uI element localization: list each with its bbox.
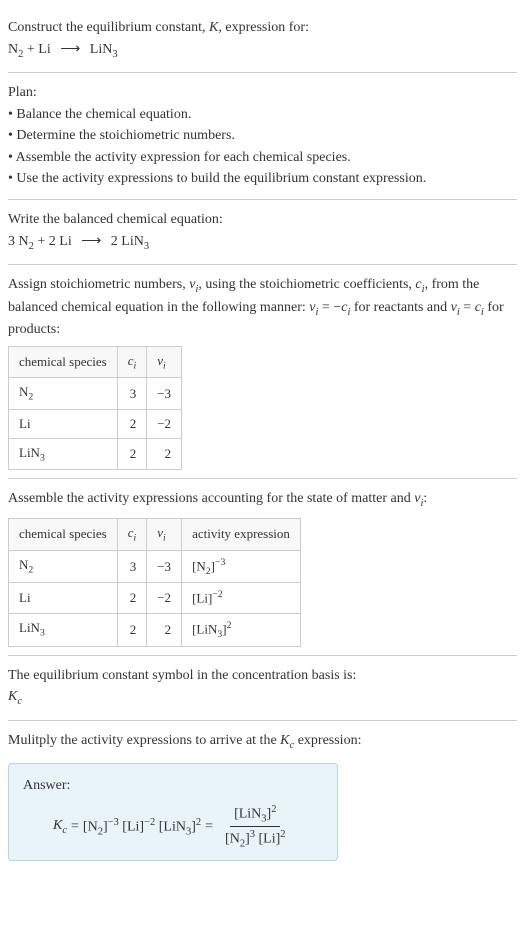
stoich-section: Assign stoichiometric numbers, νi, using… [8, 265, 517, 479]
table-row: LiN3 2 2 [9, 438, 182, 470]
stoich-intro: Assign stoichiometric numbers, νi, using… [8, 275, 517, 340]
plan-item-1: • Determine the stoichiometric numbers. [8, 126, 517, 146]
equals-2: = [205, 819, 213, 835]
plan-item-2: • Assemble the activity expression for e… [8, 148, 517, 168]
kc-symbol: Kc [53, 818, 67, 836]
balanced-title: Write the balanced chemical equation: [8, 210, 517, 230]
col-v: νi [147, 518, 182, 550]
cell-species: LiN3 [9, 438, 118, 470]
col-species: chemical species [9, 346, 118, 378]
table-row: LiN3 2 2 [LiN3]2 [9, 613, 301, 646]
cell-expr: [LiN3]2 [182, 613, 301, 646]
symbol-value: Kc [8, 687, 517, 709]
cell-v: 2 [147, 613, 182, 646]
cell-expr: [Li]−2 [182, 583, 301, 613]
col-expr: activity expression [182, 518, 301, 550]
lhs-expr: [N2]−3 [Li]−2 [LiN3]2 [83, 817, 201, 837]
table-row: Li 2 −2 [Li]−2 [9, 583, 301, 613]
equals-1: = [71, 819, 79, 835]
col-c: ci [117, 518, 147, 550]
final-title: Mulitply the activity expressions to arr… [8, 731, 517, 753]
plan-item-0: • Balance the chemical equation. [8, 105, 517, 125]
cell-species: Li [9, 583, 118, 613]
balanced-section: Write the balanced chemical equation: 3 … [8, 200, 517, 265]
cell-v: −3 [147, 378, 182, 410]
cell-species: LiN3 [9, 613, 118, 646]
symbol-section: The equilibrium constant symbol in the c… [8, 656, 517, 721]
cell-v: −2 [147, 409, 182, 438]
table-row: N2 3 −3 [N2]−3 [9, 550, 301, 583]
final-formula: Kc = [N2]−3 [Li]−2 [LiN3]2 = [LiN3]2 [N2… [23, 804, 323, 850]
col-c: ci [117, 346, 147, 378]
cell-c: 2 [117, 438, 147, 470]
table-header-row: chemical species ci νi activity expressi… [9, 518, 301, 550]
col-species: chemical species [9, 518, 118, 550]
activity-section: Assemble the activity expressions accoun… [8, 479, 517, 655]
cell-species: N2 [9, 378, 118, 410]
cell-v: −3 [147, 550, 182, 583]
cell-c: 3 [117, 550, 147, 583]
cell-expr: [N2]−3 [182, 550, 301, 583]
plan-section: Plan: • Balance the chemical equation. •… [8, 73, 517, 200]
fraction: [LiN3]2 [N2]3 [Li]2 [221, 804, 289, 850]
stoich-table: chemical species ci νi N2 3 −3 Li 2 −2 L… [8, 346, 182, 471]
cell-species: N2 [9, 550, 118, 583]
plan-title: Plan: [8, 83, 517, 103]
col-v: νi [147, 346, 182, 378]
final-section: Mulitply the activity expressions to arr… [8, 721, 517, 869]
answer-label: Answer: [23, 776, 323, 796]
activity-intro: Assemble the activity expressions accoun… [8, 489, 517, 511]
numerator: [LiN3]2 [230, 804, 280, 827]
cell-v: −2 [147, 583, 182, 613]
answer-box: Answer: Kc = [N2]−3 [Li]−2 [LiN3]2 = [Li… [8, 763, 338, 861]
symbol-title: The equilibrium constant symbol in the c… [8, 666, 517, 686]
plan-item-3: • Use the activity expressions to build … [8, 169, 517, 189]
balanced-equation: 3 N2 + 2 Li ⟶ 2 LiN3 [8, 232, 517, 254]
cell-c: 2 [117, 613, 147, 646]
table-header-row: chemical species ci νi [9, 346, 182, 378]
denominator: [N2]3 [Li]2 [221, 827, 289, 849]
header-section: Construct the equilibrium constant, K, e… [8, 8, 517, 73]
table-row: N2 3 −3 [9, 378, 182, 410]
unbalanced-equation: N2 + Li ⟶ LiN3 [8, 40, 517, 62]
cell-c: 2 [117, 583, 147, 613]
cell-v: 2 [147, 438, 182, 470]
activity-table: chemical species ci νi activity expressi… [8, 518, 301, 647]
prompt-title: Construct the equilibrium constant, K, e… [8, 18, 517, 38]
table-row: Li 2 −2 [9, 409, 182, 438]
cell-species: Li [9, 409, 118, 438]
cell-c: 3 [117, 378, 147, 410]
cell-c: 2 [117, 409, 147, 438]
